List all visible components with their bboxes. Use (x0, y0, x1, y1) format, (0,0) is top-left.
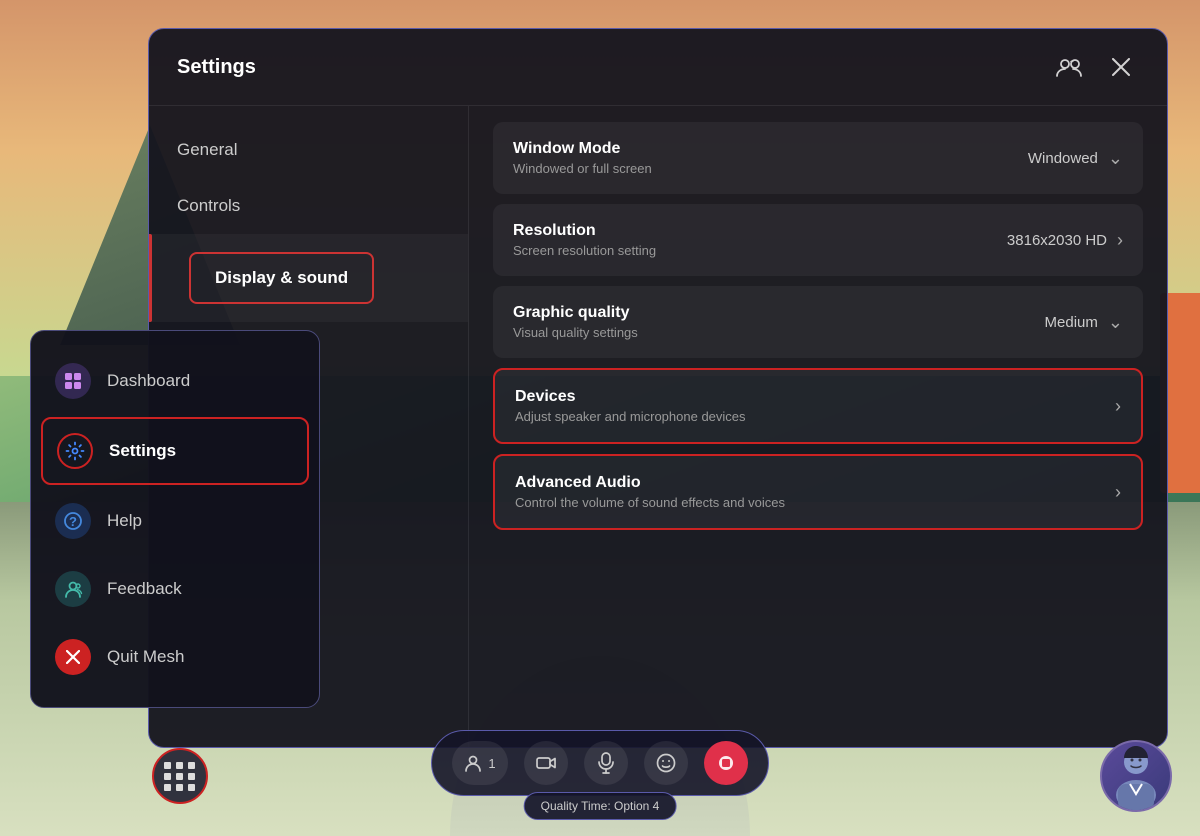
taskbar-camera-button[interactable] (524, 741, 568, 785)
menu-item-dashboard[interactable]: Dashboard (31, 347, 319, 415)
nav-item-controls[interactable]: Controls (149, 178, 468, 234)
taskbar-emoji-button[interactable] (644, 741, 688, 785)
settings-content: Window Mode Windowed or full screen Wind… (469, 106, 1167, 747)
setting-value-window-mode: Windowed ⌄ (1028, 148, 1123, 169)
dashboard-icon (55, 363, 91, 399)
settings-icon (57, 433, 93, 469)
setting-info-advanced-audio: Advanced Audio Control the volume of sou… (515, 474, 1115, 510)
chevron-right-icon-2: › (1115, 396, 1121, 417)
menu-item-settings[interactable]: Settings (41, 417, 309, 485)
apps-button[interactable] (152, 748, 208, 804)
taskbar-record-button[interactable] (704, 741, 748, 785)
setting-row-window-mode[interactable]: Window Mode Windowed or full screen Wind… (493, 122, 1143, 194)
quit-icon (55, 639, 91, 675)
quality-time-pill: Quality Time: Option 4 (524, 792, 677, 820)
setting-value-graphic-quality: Medium ⌄ (1045, 312, 1123, 333)
setting-info-window-mode: Window Mode Windowed or full screen (513, 140, 1028, 176)
nav-item-display-sound[interactable]: Display & sound (149, 234, 468, 322)
settings-title: Settings (177, 56, 256, 79)
help-icon: ? (55, 503, 91, 539)
setting-row-advanced-audio[interactable]: Advanced Audio Control the volume of sou… (493, 454, 1143, 530)
setting-row-graphic-quality[interactable]: Graphic quality Visual quality settings … (493, 286, 1143, 358)
people-link-icon[interactable] (1051, 49, 1087, 85)
menu-item-help[interactable]: ? Help (31, 487, 319, 555)
menu-item-feedback[interactable]: Feedback (31, 555, 319, 623)
svg-text:?: ? (69, 514, 77, 529)
setting-info-graphic-quality: Graphic quality Visual quality settings (513, 304, 1045, 340)
setting-info-resolution: Resolution Screen resolution setting (513, 222, 1007, 258)
chevron-down-icon: ⌄ (1108, 148, 1123, 169)
setting-row-devices[interactable]: Devices Adjust speaker and microphone de… (493, 368, 1143, 444)
setting-value-advanced-audio: › (1115, 482, 1121, 503)
settings-header: Settings (149, 29, 1167, 106)
setting-info-devices: Devices Adjust speaker and microphone de… (515, 388, 1115, 424)
menu-item-quit-mesh[interactable]: Quit Mesh (31, 623, 319, 691)
taskbar: 1 (431, 730, 768, 796)
avatar-button[interactable] (1100, 740, 1172, 812)
feedback-icon (55, 571, 91, 607)
taskbar-mic-button[interactable] (584, 741, 628, 785)
settings-header-icons (1051, 49, 1139, 85)
chevron-right-icon: › (1117, 230, 1123, 251)
setting-row-resolution[interactable]: Resolution Screen resolution setting 381… (493, 204, 1143, 276)
setting-value-devices: › (1115, 396, 1121, 417)
setting-value-resolution: 3816x2030 HD › (1007, 230, 1123, 251)
taskbar-people-button[interactable]: 1 (452, 741, 507, 785)
chevron-down-icon-2: ⌄ (1108, 312, 1123, 333)
nav-item-general[interactable]: General (149, 122, 468, 178)
chevron-right-icon-3: › (1115, 482, 1121, 503)
apps-grid-icon (164, 762, 196, 791)
close-button[interactable] (1103, 49, 1139, 85)
side-menu: Dashboard Settings ? Help (30, 330, 320, 708)
quality-pill-label: Quality Time: Option 4 (541, 799, 660, 813)
people-count: 1 (488, 756, 495, 771)
